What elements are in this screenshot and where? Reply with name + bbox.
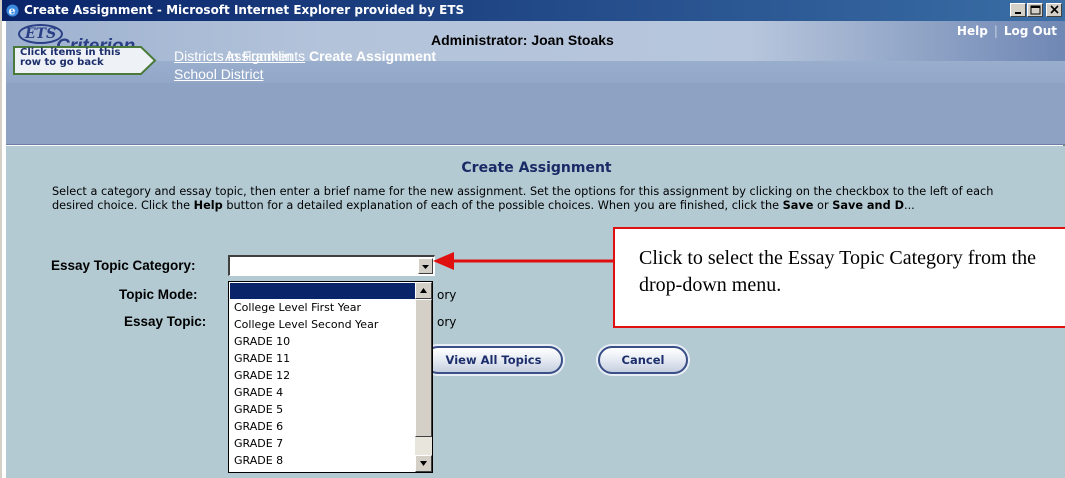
maximize-button[interactable]: [1027, 3, 1043, 17]
dropdown-option[interactable]: College Level First Year: [230, 300, 415, 316]
dropdown-option[interactable]: GRADE 12: [230, 368, 415, 384]
scroll-down-button[interactable]: [415, 455, 432, 472]
close-window-button[interactable]: [1046, 3, 1062, 17]
window-title-bar: e Create Assignment - Microsoft Internet…: [2, 0, 1065, 21]
scroll-up-button[interactable]: [415, 282, 432, 299]
essay-topic-partial-text: ory: [437, 315, 457, 329]
dropdown-option[interactable]: GRADE 7: [230, 436, 415, 452]
callout-text: Click to select the Essay Topic Category…: [639, 247, 1037, 296]
dropdown-option[interactable]: GRADE 11: [230, 351, 415, 367]
intro-save-and-word: Save and D: [832, 199, 904, 212]
chevron-down-icon: [422, 265, 429, 269]
intro-tail: ...: [904, 199, 915, 212]
topic-mode-partial-text: ory: [437, 288, 457, 302]
back-hint-line2: row to go back: [20, 57, 104, 68]
instruction-callout: Click to select the Essay Topic Category…: [613, 227, 1065, 328]
essay-topic-category-dropdown-list[interactable]: College Level First Year College Level Se…: [228, 281, 433, 473]
dropdown-option[interactable]: GRADE 10: [230, 334, 415, 350]
dropdown-scrollbar[interactable]: [415, 282, 432, 472]
chevron-down-icon: [420, 461, 427, 466]
svg-text:e: e: [9, 5, 16, 18]
dropdown-option[interactable]: GRADE 6: [230, 419, 415, 435]
logout-link[interactable]: Log Out: [1004, 24, 1057, 38]
view-all-topics-button[interactable]: View All Topics: [424, 346, 563, 374]
intro-help-word: Help: [193, 199, 223, 212]
scroll-thumb[interactable]: [415, 299, 432, 437]
cancel-button[interactable]: Cancel: [598, 346, 688, 374]
breadcrumb-band: Click items in this row to go back Distr…: [6, 46, 1065, 145]
browser-window: e Create Assignment - Microsoft Internet…: [0, 0, 1065, 478]
maximize-icon: [1030, 5, 1041, 15]
link-separator: |: [993, 24, 998, 38]
intro-text-2: button for a detailed explanation of eac…: [222, 199, 783, 212]
chevron-up-icon: [420, 288, 427, 293]
dropdown-option[interactable]: College Level Second Year: [230, 317, 415, 333]
instructions-text: Select a category and essay topic, then …: [52, 185, 1002, 213]
dropdown-option[interactable]: [230, 283, 415, 299]
minimize-icon: [1015, 12, 1021, 14]
dropdown-option[interactable]: GRADE 8: [230, 453, 415, 469]
breadcrumb-assignments-link[interactable]: Assignments: [225, 48, 305, 64]
help-link[interactable]: Help: [957, 24, 988, 38]
essay-topic-category-label: Essay Topic Category:: [51, 258, 196, 273]
close-icon: [1050, 5, 1059, 14]
internet-explorer-icon: e: [6, 4, 19, 18]
topic-mode-label: Topic Mode:: [119, 287, 198, 302]
breadcrumb: Click items in this row to go back Distr…: [6, 39, 1065, 139]
category-dropdown-arrow[interactable]: [418, 258, 433, 274]
essay-topic-category-select[interactable]: [228, 255, 435, 276]
top-links: Help | Log Out: [957, 24, 1057, 38]
window-title: Create Assignment - Microsoft Internet E…: [24, 3, 465, 17]
intro-save-word: Save: [782, 199, 814, 212]
breadcrumb-school-district-link[interactable]: School District: [174, 66, 263, 82]
breadcrumb-current: Create Assignment: [309, 48, 437, 64]
dropdown-option[interactable]: GRADE 5: [230, 402, 415, 418]
essay-topic-label: Essay Topic:: [124, 314, 207, 329]
page-title: Create Assignment: [461, 160, 612, 176]
minimize-button[interactable]: [1010, 3, 1026, 17]
intro-or-word: or: [813, 199, 833, 212]
dropdown-option[interactable]: GRADE 4: [230, 385, 415, 401]
back-hint: Click items in this row to go back: [20, 48, 120, 68]
